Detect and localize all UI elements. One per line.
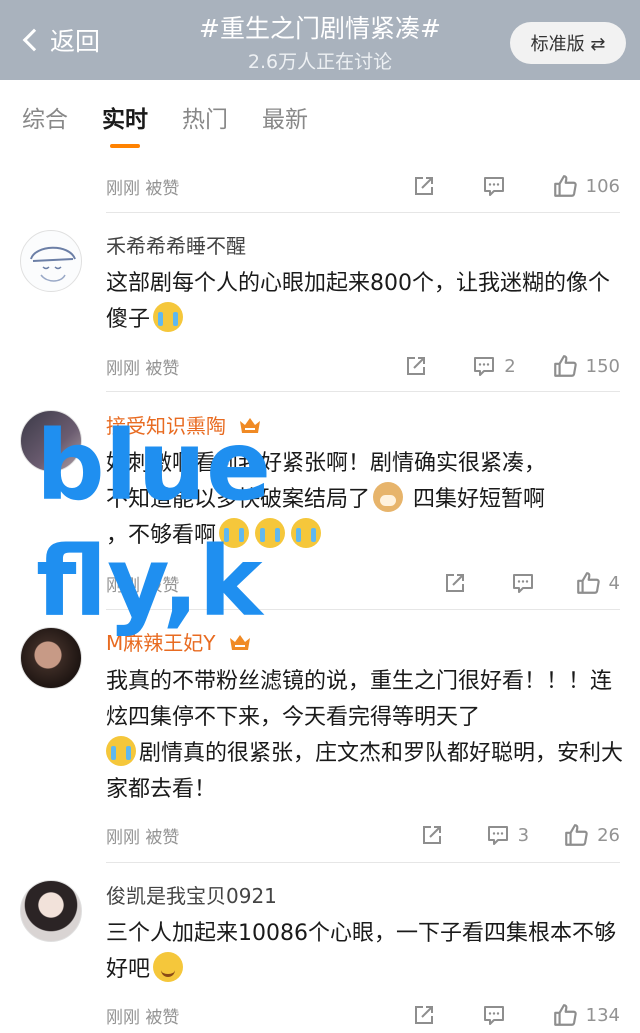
comment-button[interactable] [482,1003,506,1027]
top-bar: 返回 #重生之门剧情紧凑# 2.6万人正在讨论 标准版 ⇄ [0,0,640,80]
thumbs-up-icon [575,570,601,596]
action-buttons: 134 [382,1000,620,1030]
comment-body: 我真的不带粉丝滤镜的说，重生之门很好看！！！连炫四集停不下来，今天看完得等明天了 [106,669,613,730]
tab-latest[interactable]: 最新 [262,100,308,134]
avatar[interactable] [20,880,82,942]
crying-face-icon [153,302,184,332]
like-count: 134 [585,1004,620,1026]
liked-status: 刚刚 被赞 [106,358,180,379]
liked-status: 刚刚 被赞 [106,178,180,199]
share-button[interactable] [420,823,444,847]
crying-face-icon [291,518,322,548]
comment-body: 剧情真的很紧张，庄文杰和罗队都好聪明，安利大家都去看！ [106,741,624,802]
share-button[interactable] [404,354,428,378]
share-icon [412,1003,436,1027]
divider [106,862,620,863]
thumbs-up-icon [552,1002,578,1028]
comment-button[interactable] [511,571,535,595]
comment-text: 我真的不带粉丝滤镜的说，重生之门很好看！！！连炫四集停不下来，今天看完得等明天了… [106,664,626,808]
like-count: 4 [608,572,620,594]
share-icon [412,174,436,198]
action-buttons: 2 150 [374,351,620,381]
thumbs-up-icon [552,173,578,199]
thumbs-up-icon [563,822,589,848]
share-button[interactable] [412,1003,436,1027]
like-button[interactable]: 26 [563,822,620,848]
doge-icon [373,482,404,512]
thumbs-up-icon [552,353,578,379]
liked-status: 刚刚 被赞 [106,1007,180,1028]
smiling-face-icon [153,952,184,982]
like-count: 150 [585,355,620,377]
action-buttons: 106 [382,171,620,201]
like-button[interactable]: 4 [575,570,620,596]
comment-body: 四集好短暂啊 [413,487,546,512]
comment-icon [472,354,496,378]
comment-text: 三个人加起来10086个心眼，一下子看四集根本不够好吧 [106,916,626,988]
share-button[interactable] [412,174,436,198]
reply-count: 2 [504,355,516,377]
share-icon [443,571,467,595]
comment-button[interactable]: 3 [486,823,529,847]
action-buttons: 3 26 [390,820,620,850]
avatar[interactable] [20,230,82,292]
like-button[interactable]: 134 [552,1002,620,1028]
tab-comprehensive[interactable]: 综合 [22,100,68,134]
action-row: 刚刚 被赞 106 [106,171,620,201]
comment-text: 这部剧每个人的心眼加起来800个，让我迷糊的像个傻子 [106,266,626,338]
liked-status: 刚刚 被赞 [106,827,180,848]
action-buttons: 4 [413,568,620,598]
action-row: 刚刚 被赞 3 26 [106,820,620,850]
watermark-line-1: blue [36,410,272,522]
comment-icon [482,174,506,198]
like-button[interactable]: 106 [552,173,620,199]
reply-count: 3 [517,824,530,846]
comment-username[interactable]: 俊凯是我宝贝0921 [106,880,277,909]
loudly-crying-face-icon [106,736,136,766]
like-count: 106 [585,175,620,197]
standard-version-button[interactable]: 标准版 ⇄ [510,22,626,64]
comment-icon [511,571,535,595]
share-icon [420,823,444,847]
tab-realtime[interactable]: 实时 [102,100,148,148]
like-button[interactable]: 150 [552,353,620,379]
action-row: 刚刚 被赞 134 [106,1000,620,1030]
comment-button[interactable]: 2 [472,354,516,378]
comment-button[interactable] [482,174,506,198]
avatar-drawing-icon [30,246,76,282]
share-icon [404,354,428,378]
comment-icon [482,1003,506,1027]
tab-hot[interactable]: 热门 [182,100,228,134]
divider [106,391,620,392]
share-button[interactable] [443,571,467,595]
like-count: 26 [597,824,620,846]
action-row: 刚刚 被赞 2 150 [106,351,620,381]
watermark-line-2: fly,k [36,526,263,638]
divider [106,212,620,213]
comment-username[interactable]: 禾希希希睡不醒 [106,230,246,259]
comment-icon [486,823,510,847]
comment-body: 三个人加起来10086个心眼，一下子看四集根本不够好吧 [106,921,616,982]
tab-bar: 综合 实时 热门 最新 [22,100,342,148]
